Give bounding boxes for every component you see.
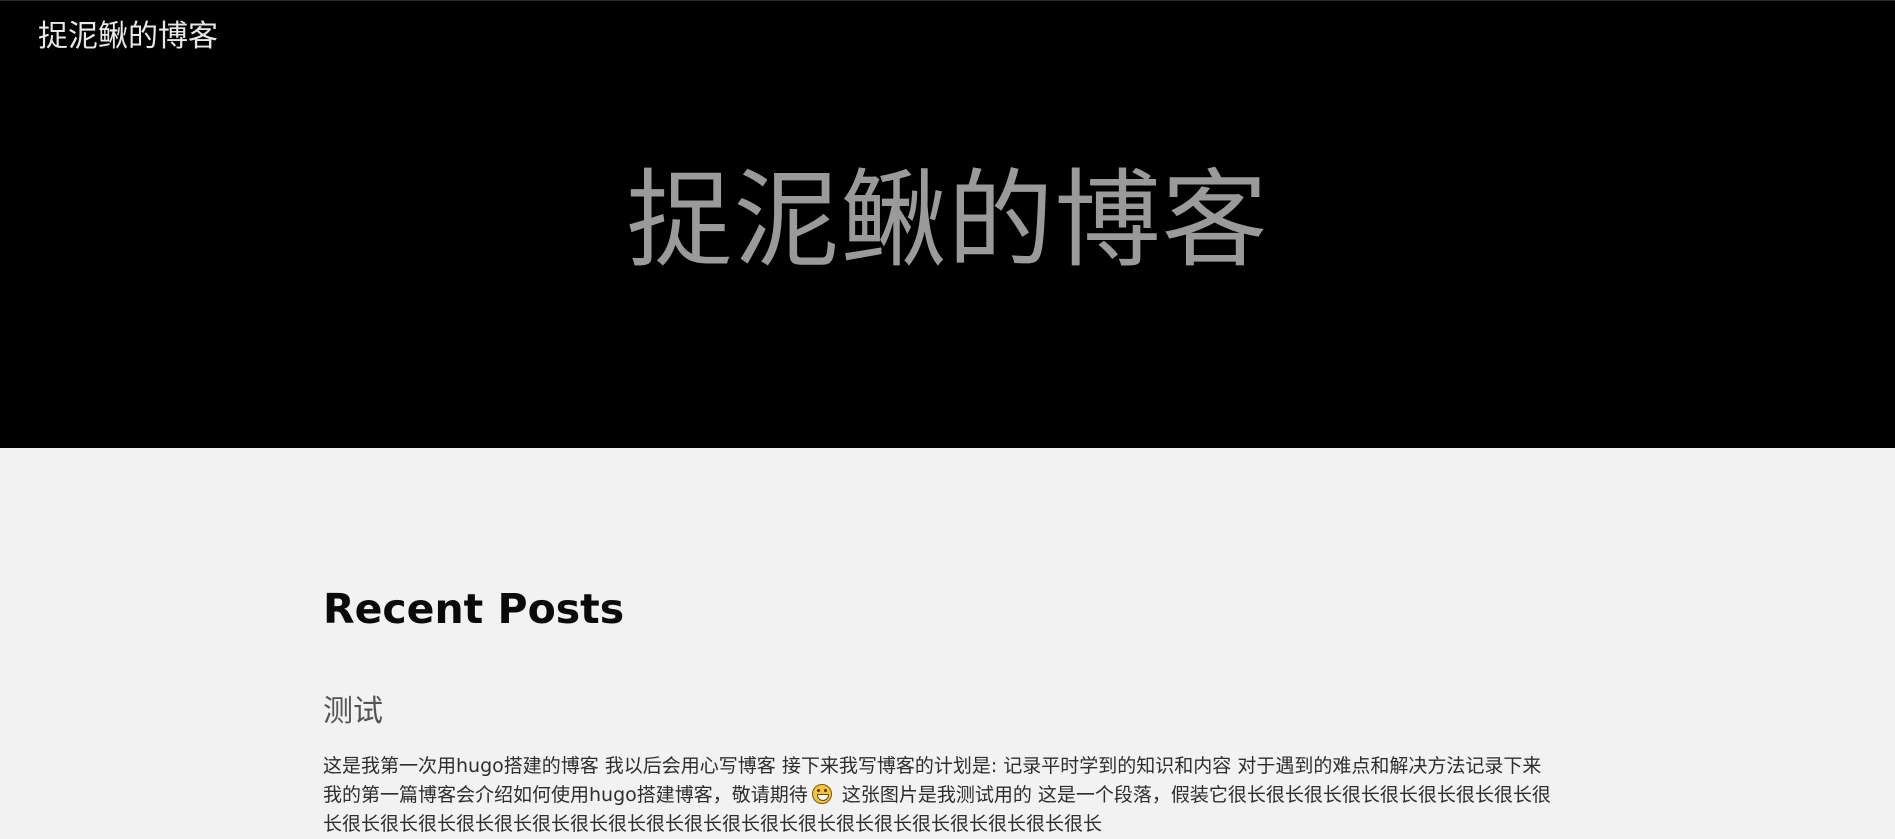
post-title-link[interactable]: 测试 [323, 694, 383, 730]
recent-posts-heading: Recent Posts [323, 585, 625, 633]
site-brand-link[interactable]: 捉泥鳅的博客 [38, 19, 218, 55]
hero-title: 捉泥鳅的博客 [626, 159, 1269, 282]
hero-header: 捉泥鳅的博客 捉泥鳅的博客 [0, 0, 1895, 448]
post-summary: 这是我第一次用hugo搭建的博客 我以后会用心写博客 接下来我写博客的计划是: … [323, 752, 1553, 839]
grinning-face-emoji-icon [811, 784, 832, 804]
